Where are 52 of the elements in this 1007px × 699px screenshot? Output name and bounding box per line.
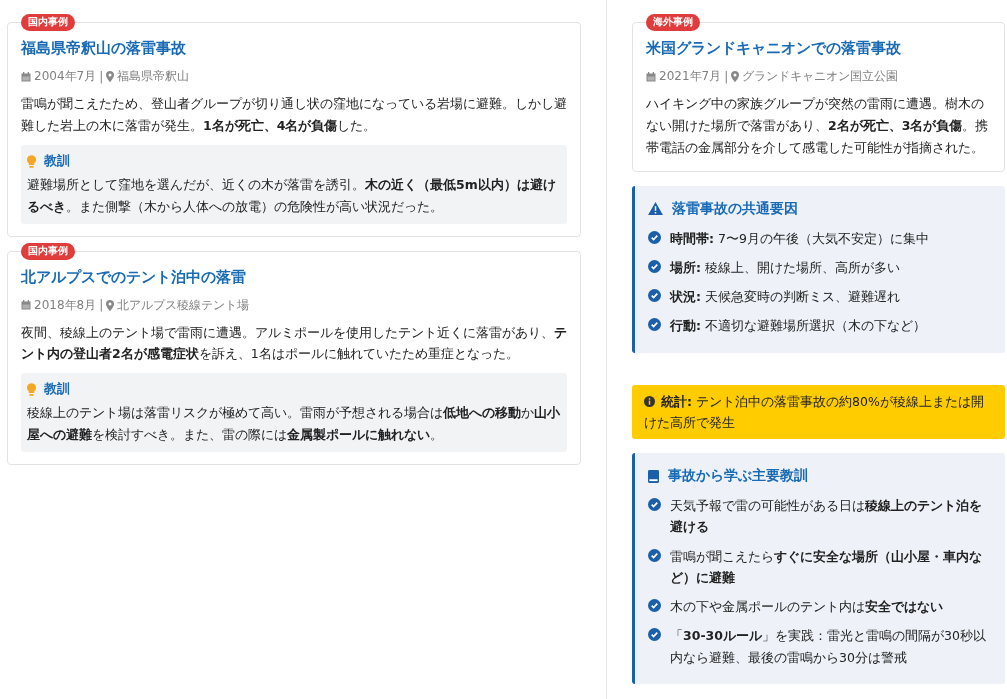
lessons-title: 事故から学ぶ主要教訓: [668, 467, 808, 486]
case-location: 北アルプス稜線テント場: [117, 296, 250, 314]
lightbulb-icon: [27, 383, 36, 397]
check-circle-icon: [648, 230, 661, 244]
check-circle-icon: [648, 318, 661, 332]
factor-item: 時間帯: 7〜9月の午後（大気不安定）に集中: [670, 229, 929, 248]
location-pin-icon: [106, 71, 115, 82]
lesson-title: 教訓: [44, 152, 70, 170]
lesson-text: 稜線上のテント場は落雷リスクが極めて高い。雷雨が予想される場合は低地への移動か山小屋への避難を検討すべき。また、雷の際には金属製ポールに触れない。: [27, 404, 561, 445]
case-description: 雷鳴が聞こえたため、登山者グループが切り通し状の窪地になっている岩場に避難。しかし避難した岩上の木に落雷が発生。1名が死亡、4名が負傷した。: [21, 95, 567, 135]
lesson-item: 雷鳴が聞こえたらすぐに安全な場所（山小屋・車内など）に避難: [670, 547, 983, 587]
statistic-banner: 統計: テント泊中の落雷事故の約80%が稜線上または開けた高所で発生: [632, 384, 1005, 440]
case-title: 福島県帝釈山の落雷事故: [21, 39, 187, 58]
meta-separator: |: [724, 69, 729, 84]
info-icon: [644, 395, 655, 407]
warning-icon: [648, 202, 663, 216]
lesson-item: 木の下や金属ポールのテント内は安全ではない: [670, 598, 943, 617]
location-pin-icon: [106, 299, 115, 311]
case-description: 夜間、稜線上のテント場で雷雨に遭遇。アルミポールを使用したテント近くに落雷があり、テント内の登山者2名が感電症状を訴え、1名はポールに触れていたため重症となった。: [21, 323, 567, 364]
case-title: 北アルプスでのテント泊中の落雷: [21, 267, 247, 287]
calendar-icon: [21, 71, 31, 82]
check-circle-icon: [648, 599, 661, 613]
case-title: 米国グランドキャニオンでの落雷事故: [646, 39, 902, 58]
case-date: 2018年8月: [34, 296, 97, 314]
location-pin-icon: [731, 71, 740, 82]
case-badge: 海外事例: [646, 14, 700, 31]
check-circle-icon: [648, 289, 661, 303]
case-description: ハイキング中の家族グループが突然の雷雨に遭遇。樹木のない開けた場所で落雷があり、2名が死亡、3名が負傷。携帯電話の金属部分を介して感電した可能性が指摘された。: [646, 95, 990, 157]
case-badge: 国内事例: [21, 14, 75, 31]
case-badge: 国内事例: [21, 242, 75, 260]
case-location: 福島県帝釈山: [117, 68, 190, 85]
factor-item: 行動: 不適切な避難場所選択（木の下など）: [670, 317, 926, 336]
lesson-text: 避難場所として窪地を選んだが、近くの木が落雷を誘引。木の近く（最低5m以内）は避けるべき。また側撃（木から人体への放電）の危険性が高い状況だった。: [27, 175, 557, 216]
lesson-item: 天気予報で雷の可能性がある日は稜線上のテント泊を避ける: [670, 497, 983, 537]
check-circle-icon: [648, 259, 661, 273]
calendar-icon: [646, 71, 656, 82]
check-circle-icon: [648, 548, 661, 562]
case-date: 2004年7月: [34, 68, 97, 85]
check-circle-icon: [648, 628, 661, 642]
check-circle-icon: [648, 498, 661, 512]
case-date: 2021年7月: [659, 68, 722, 85]
meta-separator: |: [99, 69, 104, 84]
lesson-item: 「30-30ルール」を実践：雷光と雷鳴の間隔が30秒以内なら避難、最後の雷鳴から30分は警戒: [670, 627, 987, 667]
lightbulb-icon: [27, 154, 36, 168]
meta-separator: |: [99, 298, 104, 312]
lesson-title: 教訓: [44, 381, 70, 399]
case-location: グランドキャニオン国立公園: [742, 68, 899, 85]
factor-item: 状況: 天候急変時の判断ミス、避難遅れ: [670, 288, 900, 307]
calendar-icon: [21, 300, 31, 310]
factors-title: 落雷事故の共通要因: [672, 199, 798, 218]
factor-item: 場所: 稜線上、開けた場所、高所が多い: [670, 258, 900, 277]
book-icon: [648, 469, 659, 483]
